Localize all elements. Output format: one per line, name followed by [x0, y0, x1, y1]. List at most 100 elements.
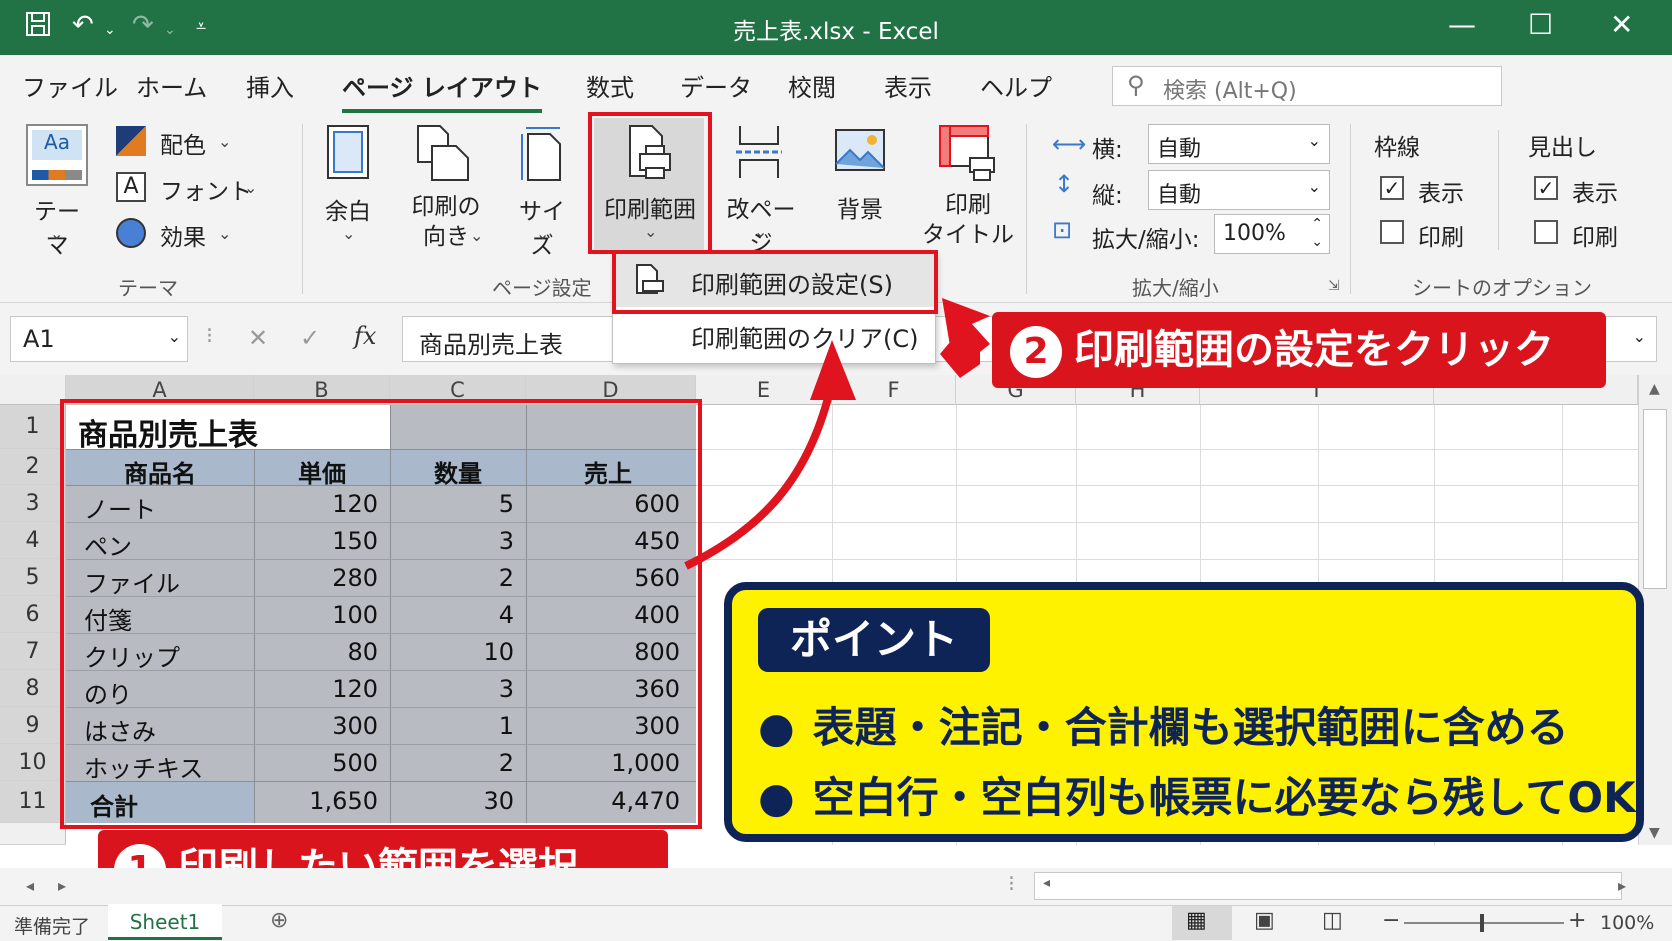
select-all[interactable]: [0, 375, 66, 405]
theme-group-label: テーマ: [118, 276, 178, 300]
scale-value: 100%: [1223, 221, 1286, 246]
splitter-icon[interactable]: ⁝: [1008, 872, 1015, 897]
name-box[interactable]: A1 ⌄: [10, 316, 188, 362]
row-header-3[interactable]: 3: [0, 485, 66, 522]
dialog-launcher-icon[interactable]: ⇲: [1328, 278, 1340, 294]
chevron-down-icon: ⌄: [167, 327, 181, 346]
status-bar: 準備完了 Sheet1 ⊕ ▦ ▣ ◫ − + 100%: [0, 904, 1672, 941]
minimize-icon[interactable]: —: [1448, 8, 1476, 41]
horizontal-scrollbar[interactable]: ◂: [1034, 872, 1622, 900]
row-header-6[interactable]: 6: [0, 596, 66, 633]
background-button[interactable]: 背景: [830, 190, 890, 224]
name-box-value: A1: [23, 325, 55, 353]
point-line-2: ● 空白行・空白列も帳票に必要なら残してOK: [758, 773, 1636, 822]
row-header-1[interactable]: 1: [0, 405, 66, 449]
chevron-down-icon: ⌄: [218, 132, 232, 151]
cancel-icon[interactable]: ✕: [248, 324, 268, 352]
row-header-8[interactable]: 8: [0, 670, 66, 707]
zoom-slider[interactable]: [1404, 922, 1564, 924]
height-value: 自動: [1157, 183, 1202, 208]
scroll-down-icon[interactable]: ▼: [1649, 825, 1660, 841]
zoom-level[interactable]: 100%: [1600, 912, 1654, 934]
step2-number: 2: [1010, 326, 1062, 378]
row-header-2[interactable]: 2: [0, 449, 66, 485]
fonts-button[interactable]: フォント: [160, 172, 252, 206]
scale-group-label: 拡大/縮小: [1132, 276, 1219, 300]
theme-icon[interactable]: Aa: [26, 124, 88, 186]
sheet-tab-sheet1[interactable]: Sheet1: [108, 904, 222, 940]
gridlines-print-label: 印刷: [1418, 225, 1464, 251]
scale-spinner[interactable]: 100% ⌃ ⌄: [1214, 214, 1330, 254]
headings-print-checkbox[interactable]: [1534, 220, 1558, 244]
normal-view-icon: ▦: [1186, 908, 1207, 933]
print-titles-button[interactable]: 印刷 タイトル: [918, 190, 1018, 250]
height-dropdown[interactable]: 自動 ⌄: [1148, 170, 1330, 210]
scale-label: 拡大/縮小:: [1092, 227, 1200, 253]
scale-icon: ⊡: [1052, 216, 1073, 244]
close-icon[interactable]: ✕: [1610, 8, 1633, 41]
row-header-4[interactable]: 4: [0, 522, 66, 559]
row-header-7[interactable]: 7: [0, 633, 66, 670]
insert-function-icon[interactable]: fx: [354, 322, 376, 350]
scroll-thumb[interactable]: [1643, 409, 1667, 589]
headings-heading: 見出し: [1528, 135, 1597, 161]
page-layout-view-icon[interactable]: ▣: [1254, 908, 1275, 933]
tab-view[interactable]: 表示: [884, 68, 932, 103]
tab-formulas[interactable]: 数式: [586, 68, 634, 103]
width-label: 横:: [1092, 137, 1123, 163]
search-icon: ⚲: [1127, 71, 1145, 99]
height-label: 縦:: [1092, 183, 1123, 209]
zoom-slider-thumb[interactable]: [1480, 914, 1484, 932]
enter-icon[interactable]: ✓: [300, 324, 320, 352]
orientation-label-1: 印刷の: [411, 194, 481, 220]
zoom-out-icon[interactable]: −: [1382, 908, 1400, 933]
print-titles-icon: [938, 124, 998, 188]
colors-button[interactable]: 配色: [160, 126, 206, 160]
title-bar: ↶ ⌄ ↷ ⌄ ⩡ 売上表.xlsx - Excel — ☐ ✕: [0, 0, 1672, 55]
prev-sheet-icon[interactable]: ◂: [26, 876, 34, 895]
colors-icon: [116, 126, 146, 156]
tab-review[interactable]: 校閲: [788, 68, 836, 103]
gridlines-print-checkbox[interactable]: [1380, 220, 1404, 244]
chevron-down-icon: ⌄: [1307, 177, 1321, 196]
group-divider: [1350, 124, 1351, 294]
row-header-10[interactable]: 10: [0, 744, 66, 781]
row-header-12[interactable]: [0, 823, 66, 845]
zoom-in-icon[interactable]: +: [1568, 908, 1586, 933]
search-box[interactable]: ⚲ 検索 (Alt+Q): [1112, 66, 1502, 106]
tab-help[interactable]: ヘルプ: [980, 68, 1052, 103]
group-divider: [1498, 130, 1499, 250]
add-sheet-icon[interactable]: ⊕: [270, 908, 288, 933]
spinner-arrows-icon[interactable]: ⌃ ⌄: [1311, 215, 1323, 251]
chevron-down-icon: ⌄: [244, 178, 258, 197]
gridlines-view-label: 表示: [1418, 181, 1464, 207]
chevron-down-icon: ⌄: [536, 224, 550, 243]
tab-data[interactable]: データ: [680, 68, 752, 103]
row-header-9[interactable]: 9: [0, 707, 66, 744]
tab-insert[interactable]: 挿入: [246, 68, 294, 103]
scroll-left-icon[interactable]: ◂: [1043, 875, 1050, 891]
row-header-5[interactable]: 5: [0, 559, 66, 596]
tab-file[interactable]: ファイル: [22, 68, 118, 103]
maximize-icon[interactable]: ☐: [1528, 8, 1553, 41]
effects-icon: [116, 218, 146, 248]
scroll-right-icon[interactable]: ▸: [1618, 876, 1626, 895]
page-break-view-icon[interactable]: ◫: [1322, 908, 1343, 933]
next-sheet-icon[interactable]: ▸: [58, 876, 66, 895]
height-icon: ↕: [1054, 170, 1075, 198]
scroll-up-icon[interactable]: ▲: [1649, 381, 1660, 397]
chevron-down-icon: ⌄: [1307, 131, 1321, 150]
row-header-11[interactable]: 11: [0, 781, 66, 823]
formula-content: 商品別売上表: [419, 331, 563, 359]
headings-view-label: 表示: [1572, 181, 1618, 207]
margins-button[interactable]: 余白: [322, 192, 374, 226]
arrow-to-menu-icon: [684, 330, 980, 570]
tab-page-layout[interactable]: ページ レイアウト: [342, 68, 542, 113]
tab-home[interactable]: ホーム: [136, 68, 207, 103]
headings-view-checkbox[interactable]: ✓: [1534, 176, 1558, 200]
gridlines-view-checkbox[interactable]: ✓: [1380, 176, 1404, 200]
step2-text: 印刷範囲の設定をクリック: [1074, 327, 1554, 373]
effects-button[interactable]: 効果: [160, 218, 206, 252]
group-divider: [1026, 124, 1027, 294]
width-dropdown[interactable]: 自動 ⌄: [1148, 124, 1330, 164]
